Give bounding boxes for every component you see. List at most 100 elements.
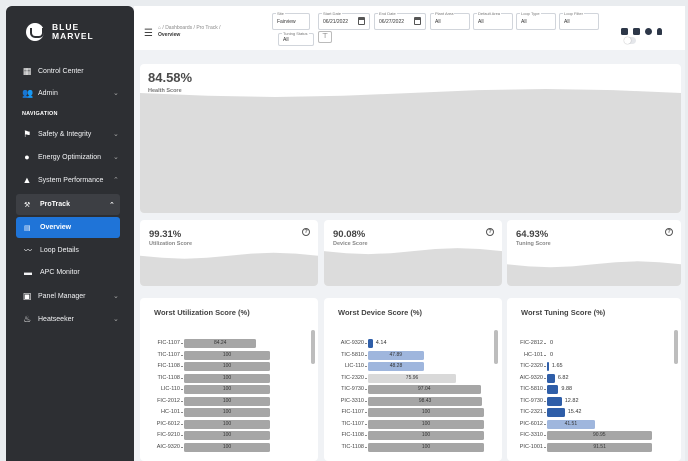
user-icon[interactable] bbox=[645, 28, 652, 35]
bar[interactable] bbox=[368, 339, 373, 348]
bar[interactable]: 100 bbox=[368, 408, 484, 417]
users-icon: 👥 bbox=[22, 88, 34, 98]
bar[interactable]: 98.43 bbox=[368, 396, 483, 406]
loop-filter-select[interactable]: Loop Filter All bbox=[559, 11, 599, 30]
bar-row[interactable]: FIC-1108 100 bbox=[140, 361, 318, 373]
bar-row[interactable]: FIC-3310 90.95 bbox=[507, 430, 681, 442]
bar-row[interactable]: AIC-9320 100 bbox=[140, 442, 318, 454]
default-area-select[interactable]: Default Area All bbox=[473, 11, 513, 30]
bar[interactable] bbox=[547, 373, 555, 383]
bar[interactable]: 100 bbox=[368, 431, 484, 440]
sidebar-item-heatseeker[interactable]: ♨ Heatseeker ⌄ bbox=[6, 309, 134, 329]
sidebar-item-protrack[interactable]: ⚒ ProTrack ⌃ bbox=[16, 194, 120, 215]
bar[interactable]: 100 bbox=[184, 442, 270, 452]
sidebar-item-control-center[interactable]: ▦ Control Center bbox=[6, 61, 134, 81]
bar[interactable]: 100 bbox=[184, 419, 270, 429]
bar-row[interactable]: FIC-2812 0 bbox=[507, 338, 681, 350]
bar-row[interactable]: FIC-1107 84.24 bbox=[140, 338, 318, 350]
bar-row[interactable]: LIC-110 100 bbox=[140, 384, 318, 396]
bar-row[interactable]: HC-101 100 bbox=[140, 407, 318, 419]
bar[interactable] bbox=[547, 408, 565, 417]
calendar-icon[interactable] bbox=[358, 17, 365, 25]
filter-button[interactable]: ⊤ bbox=[318, 31, 332, 43]
bar-row[interactable]: HC-101 0 bbox=[507, 350, 681, 362]
layers-icon[interactable] bbox=[621, 28, 628, 35]
tuning-status-select[interactable]: Tuning Status All bbox=[278, 31, 314, 46]
sidebar-item-loop-details[interactable]: 〰 Loop Details bbox=[16, 240, 120, 261]
bar[interactable]: 100 bbox=[184, 350, 270, 360]
site-select[interactable]: Site Fairview bbox=[272, 11, 310, 30]
bar-row[interactable]: FIC-1108 100 bbox=[324, 430, 502, 442]
bell-icon[interactable] bbox=[657, 28, 662, 35]
bar[interactable]: 100 bbox=[184, 385, 270, 394]
help-icon[interactable]: ? bbox=[486, 228, 494, 236]
bar[interactable]: 100 bbox=[368, 442, 484, 452]
sidebar-item-panel-manager[interactable]: ▣ Panel Manager ⌄ bbox=[6, 286, 134, 306]
bar[interactable] bbox=[547, 396, 562, 406]
sidebar-item-overview[interactable]: ▤ Overview bbox=[16, 217, 120, 238]
bar[interactable]: 100 bbox=[184, 373, 270, 383]
scrollbar[interactable] bbox=[494, 330, 498, 364]
bar-row[interactable]: AIC-9320 6.82 bbox=[507, 373, 681, 385]
sidebar-item-safety[interactable]: ⚑ Safety & Integrity ⌄ bbox=[6, 124, 134, 144]
sidebar-item-energy[interactable]: ● Energy Optimization ⌄ bbox=[6, 147, 134, 167]
bar[interactable]: 100 bbox=[368, 419, 484, 429]
menu-icon[interactable]: ☰ bbox=[144, 28, 153, 39]
bar-row[interactable]: TIC-1108 100 bbox=[140, 373, 318, 385]
bar-label: LIC-110 bbox=[344, 363, 364, 369]
brand-logo[interactable]: BLUE MARVEL bbox=[26, 23, 94, 41]
bar[interactable]: 100 bbox=[184, 362, 270, 371]
sidebar-item-admin[interactable]: 👥 Admin ⌄ bbox=[6, 83, 134, 103]
plant-area-select[interactable]: Plant Area All bbox=[430, 11, 470, 30]
worst-tuning-card: Worst Tuning Score (%) FIC-2812 0 HC-101 0 T… bbox=[507, 298, 681, 461]
bar[interactable]: 48.28 bbox=[368, 362, 424, 371]
bar-row[interactable]: TIC-9730 97.04 bbox=[324, 384, 502, 396]
bar-row[interactable]: TIC-5810 9.88 bbox=[507, 384, 681, 396]
start-date-field[interactable]: Start Date 06/21/2022 bbox=[318, 11, 370, 30]
chevron-down-icon: ⌄ bbox=[113, 293, 119, 300]
help-icon[interactable]: ? bbox=[665, 228, 673, 236]
theme-toggle[interactable] bbox=[624, 37, 636, 44]
breadcrumb-path[interactable]: / Dashboards / Pro Track / bbox=[162, 25, 220, 31]
bar-row[interactable]: PIC-6012 41.51 bbox=[507, 419, 681, 431]
bar[interactable]: 100 bbox=[184, 408, 270, 417]
bar-row[interactable]: TIC-2321 15.42 bbox=[507, 407, 681, 419]
bar[interactable]: 84.24 bbox=[184, 339, 257, 348]
sidebar-item-apc-monitor[interactable]: ▬ APC Monitor bbox=[16, 262, 120, 283]
chat-icon[interactable] bbox=[633, 28, 640, 35]
bar-row[interactable]: LIC-110 48.28 bbox=[324, 361, 502, 373]
bar-row[interactable]: TIC-1107 100 bbox=[324, 419, 502, 431]
help-icon[interactable]: ? bbox=[302, 228, 310, 236]
bar[interactable]: 90.95 bbox=[547, 431, 652, 440]
end-date-field[interactable]: End Date 06/27/2022 bbox=[374, 11, 426, 30]
bar-row[interactable]: TIC-2320 75.96 bbox=[324, 373, 502, 385]
bar-row[interactable]: FIC-9210 100 bbox=[140, 430, 318, 442]
bar[interactable]: 91.51 bbox=[547, 442, 653, 452]
bar[interactable] bbox=[547, 385, 559, 394]
calendar-icon[interactable] bbox=[414, 17, 421, 25]
bar[interactable]: 41.51 bbox=[547, 419, 595, 429]
bar-row[interactable]: FIC-2012 100 bbox=[140, 396, 318, 408]
top-header: ☰ ⌂ / Dashboards / Pro Track / Overview … bbox=[134, 6, 685, 50]
bar-row[interactable]: AIC-9320 4.14 bbox=[324, 338, 502, 350]
bar-row[interactable]: TIC-9730 12.82 bbox=[507, 396, 681, 408]
bar-row[interactable]: TIC-2320 1.65 bbox=[507, 361, 681, 373]
home-icon[interactable]: ⌂ bbox=[158, 25, 161, 31]
scrollbar[interactable] bbox=[674, 330, 678, 364]
bar-row[interactable]: TIC-1107 100 bbox=[140, 350, 318, 362]
bar[interactable]: 100 bbox=[184, 396, 270, 406]
sidebar-item-system-performance[interactable]: ▲ System Performance ⌃ bbox=[6, 170, 134, 190]
bar-row[interactable]: TIC-5810 47.89 bbox=[324, 350, 502, 362]
bar[interactable]: 100 bbox=[184, 431, 270, 440]
bar[interactable]: 97.04 bbox=[368, 385, 481, 394]
bar-row[interactable]: FIC-1107 100 bbox=[324, 407, 502, 419]
bar[interactable]: 47.89 bbox=[368, 350, 424, 360]
scrollbar[interactable] bbox=[311, 330, 315, 364]
bar-row[interactable]: PIC-6012 100 bbox=[140, 419, 318, 431]
bar[interactable]: 75.96 bbox=[368, 373, 457, 383]
bar-row[interactable]: PIC-3310 98.43 bbox=[324, 396, 502, 408]
loop-type-select[interactable]: Loop Type All bbox=[516, 11, 556, 30]
bar-row[interactable]: PIC-1001 91.51 bbox=[507, 442, 681, 454]
bar[interactable] bbox=[547, 362, 549, 371]
bar-row[interactable]: TIC-1108 100 bbox=[324, 442, 502, 454]
